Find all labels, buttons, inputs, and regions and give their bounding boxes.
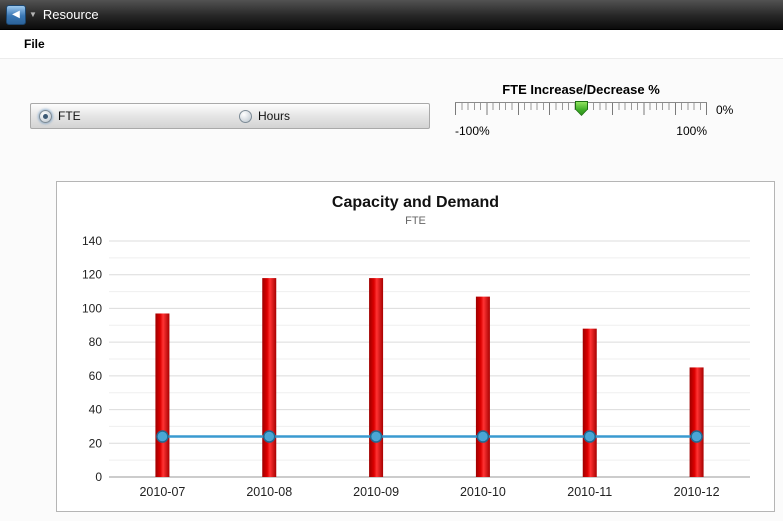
- svg-text:2010-10: 2010-10: [460, 485, 506, 499]
- radio-hours-icon: [239, 110, 252, 123]
- menu-file[interactable]: File: [24, 37, 45, 51]
- slider-value-label: 0%: [716, 103, 733, 117]
- chart-svg: 0 20 40 60 80 100 120 140 2010-07 2010-08 2010-09 2…: [65, 236, 766, 504]
- back-button[interactable]: ◀: [6, 5, 26, 25]
- unit-toggle-group: FTE Hours: [30, 103, 430, 129]
- chart-plot-area: 0 20 40 60 80 100 120 140 2010-07 2010-08 2010-09 2…: [65, 236, 766, 509]
- svg-text:2010-07: 2010-07: [139, 485, 185, 499]
- back-dropdown-caret-icon[interactable]: ▼: [29, 10, 37, 19]
- fte-percent-slider[interactable]: [455, 102, 707, 122]
- radio-option-hours[interactable]: Hours: [239, 109, 290, 123]
- title-bar: ◀ ▼ Resource: [0, 0, 783, 30]
- svg-text:0: 0: [95, 470, 102, 484]
- svg-text:2010-12: 2010-12: [674, 485, 720, 499]
- svg-text:40: 40: [89, 403, 103, 417]
- radio-hours-label: Hours: [258, 109, 290, 123]
- svg-text:60: 60: [89, 369, 103, 383]
- slider-title: FTE Increase/Decrease %: [455, 82, 707, 97]
- svg-text:100: 100: [82, 301, 102, 315]
- svg-text:2010-08: 2010-08: [246, 485, 292, 499]
- window-title: Resource: [43, 7, 99, 22]
- back-arrow-icon: ◀: [12, 9, 20, 20]
- svg-text:2010-09: 2010-09: [353, 485, 399, 499]
- chart-title: Capacity and Demand: [57, 194, 774, 212]
- capacity-demand-chart-panel: Capacity and Demand FTE 0 20 40 60 80 100 120 1…: [56, 181, 775, 512]
- svg-text:140: 140: [82, 236, 102, 248]
- menu-bar: File: [0, 30, 783, 59]
- radio-fte-icon: [39, 110, 52, 123]
- svg-text:20: 20: [89, 436, 103, 450]
- slider-max-label: 100%: [676, 124, 707, 138]
- svg-text:80: 80: [89, 335, 103, 349]
- radio-fte-label: FTE: [58, 109, 81, 123]
- chart-subtitle: FTE: [57, 215, 774, 227]
- slider-min-label: -100%: [455, 124, 490, 138]
- svg-text:2010-11: 2010-11: [567, 485, 612, 499]
- svg-text:120: 120: [82, 268, 102, 282]
- radio-option-fte[interactable]: FTE: [39, 109, 239, 123]
